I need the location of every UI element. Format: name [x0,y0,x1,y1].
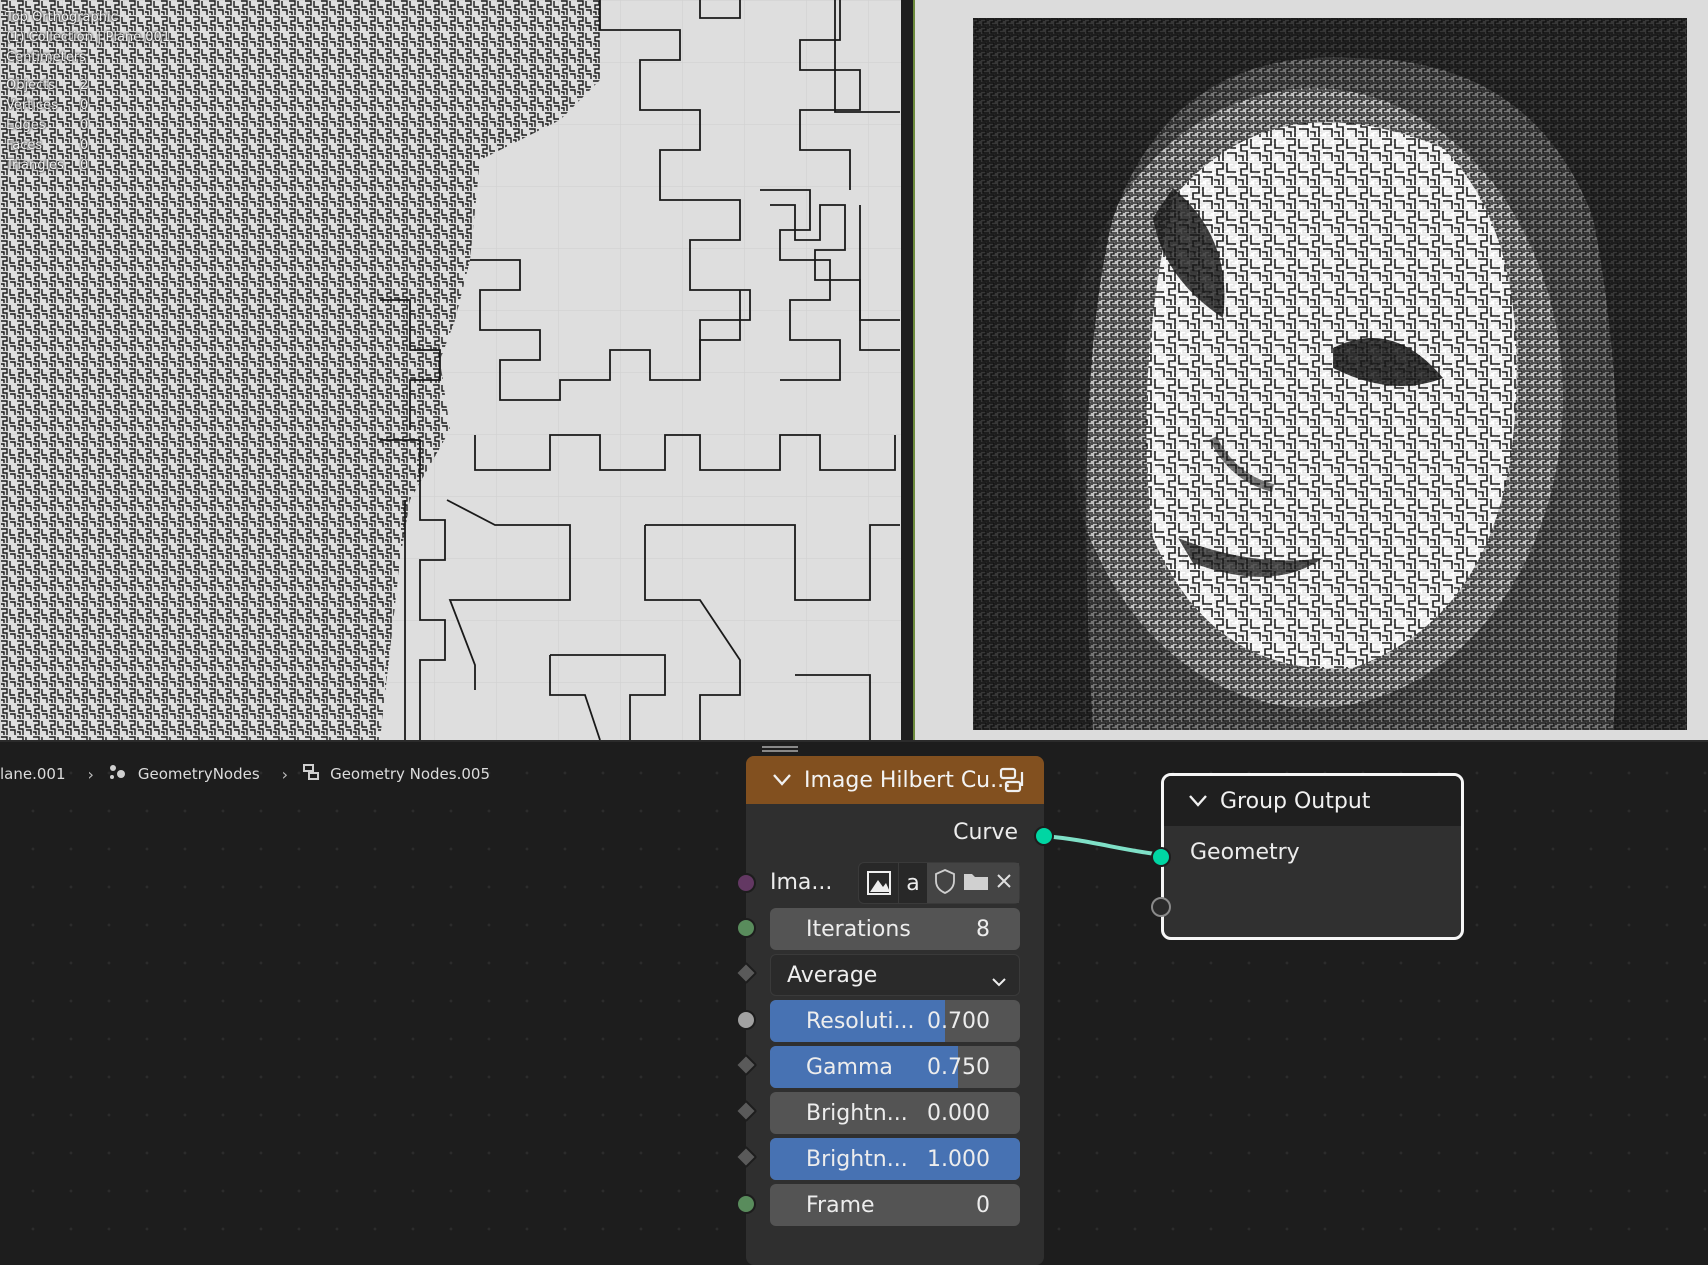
brightness-max-label: Brightn... [806,1147,908,1172]
node-drag-handle[interactable] [762,746,798,752]
stat-objects: Objects 2 [6,78,89,93]
mode-dropdown[interactable]: Average [770,954,1020,996]
fake-user-shield-icon[interactable] [934,868,956,898]
viewport-info-overlay: Top Orthographic (1) Collection | Plane.… [6,8,170,176]
chevron-right-icon: › [281,764,289,784]
open-folder-icon[interactable] [962,870,990,896]
chevron-down-icon[interactable] [1188,789,1208,814]
iterations-socket[interactable] [736,918,756,938]
chevron-down-icon[interactable] [772,768,792,793]
node-header[interactable]: Image Hilbert Cu... [746,756,1044,804]
resolution-label: Resoluti... [806,1009,915,1034]
output-curve-socket[interactable] [1034,826,1054,846]
image-viewer[interactable] [915,0,1708,740]
image-browse-icon[interactable] [859,863,899,903]
frame-label: Frame [806,1193,875,1218]
resolution-value: 0.700 [927,1009,990,1034]
geometry-input-socket[interactable] [1151,847,1171,867]
stat-edges: Edges 0 [6,118,89,133]
view-name: Top Orthographic [6,10,118,25]
geometry-input-label: Geometry [1190,840,1300,865]
hilbert-portrait-image [973,18,1687,730]
stat-vertices: Vertices 0 [6,98,89,113]
node-title: Group Output [1220,788,1371,814]
brightness-max-value: 1.000 [927,1147,990,1172]
output-curve-label: Curve [953,820,1018,845]
iterations-field[interactable]: Iterations 8 [770,908,1020,950]
brightness-max-slider[interactable]: Brightn... 1.000 [770,1138,1020,1180]
stat-triangles: Triangles 0 [6,158,89,173]
breadcrumb-modifier[interactable]: GeometryNodes [138,765,260,783]
frame-field[interactable]: Frame 0 [770,1184,1020,1226]
node-group-icon[interactable] [998,766,1028,802]
image-label: Ima... [770,870,833,895]
group-output-node[interactable]: Group Output Geometry [1151,773,1464,940]
iterations-value: 8 [976,917,990,942]
collection-path: (1) Collection | Plane.001 [6,30,171,45]
image-selector[interactable]: a [858,862,1020,904]
chevron-down-icon [991,969,1007,994]
breadcrumb-node-group[interactable]: Geometry Nodes.005 [330,765,490,783]
stat-faces: Faces 0 [6,138,89,153]
frame-socket[interactable] [736,1194,756,1214]
image-socket[interactable] [736,873,756,893]
area-splitter[interactable] [901,0,915,740]
gamma-label: Gamma [806,1055,893,1080]
image-hilbert-curve-node[interactable]: Image Hilbert Cu... Curve Ima... a Itera… [734,746,1054,1265]
geometry-nodes-icon [108,763,128,785]
3d-viewport[interactable]: Top Orthographic (1) Collection | Plane.… [0,0,901,740]
gamma-slider[interactable]: Gamma 0.750 [770,1046,1020,1088]
unit-system: Centimeters [6,50,86,65]
node-title: Image Hilbert Cu... [804,767,1012,793]
chevron-right-icon: › [87,764,94,784]
resolution-slider[interactable]: Resoluti... 0.700 [770,1000,1020,1042]
brightness-min-slider[interactable]: Brightn... 0.000 [770,1092,1020,1134]
empty-input-socket[interactable] [1151,897,1171,917]
gamma-value: 0.750 [927,1055,990,1080]
node-tree-icon [302,763,320,785]
breadcrumb-object[interactable]: lane.001 [0,765,66,783]
image-name: a [906,870,920,896]
brightness-min-value: 0.000 [927,1101,990,1126]
frame-value: 0 [976,1193,990,1218]
resolution-socket[interactable] [736,1010,756,1030]
iterations-label: Iterations [806,917,911,942]
breadcrumb: lane.001 › GeometryNodes › Geometry Node… [0,764,490,784]
mode-value: Average [787,963,878,988]
brightness-min-label: Brightn... [806,1101,908,1126]
node-header[interactable]: Group Output [1164,776,1461,826]
close-icon[interactable] [996,873,1012,893]
